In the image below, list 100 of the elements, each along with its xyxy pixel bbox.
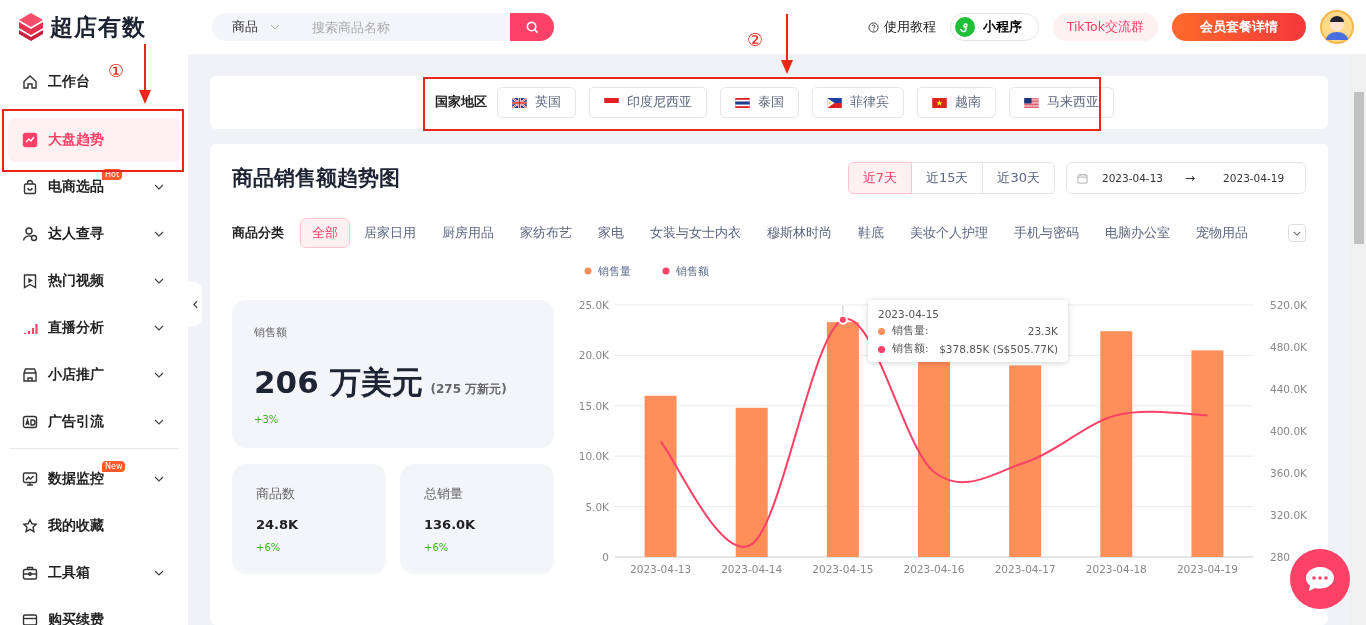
membership-button[interactable]: 会员套餐详情 xyxy=(1172,13,1306,41)
axis-label: 15.0K xyxy=(578,399,609,412)
category-tab[interactable]: 全部 xyxy=(300,218,350,248)
video-icon xyxy=(22,273,38,289)
step-number: ① xyxy=(108,61,125,81)
sidebar-item[interactable]: 小店推广 xyxy=(8,353,180,397)
stat-label: 销售额 xyxy=(254,326,288,340)
category-tab[interactable]: 宠物用品 xyxy=(1184,218,1260,248)
period-tab[interactable]: 近30天 xyxy=(982,162,1055,194)
category-tab[interactable]: 厨房用品 xyxy=(430,218,506,248)
axis-label: 440.0K xyxy=(1270,383,1307,395)
category-tab[interactable]: 家纺布艺 xyxy=(508,218,584,248)
axis-label: 20.0K xyxy=(578,349,609,362)
chevron-down-icon xyxy=(154,476,164,482)
category-tab[interactable]: 家电 xyxy=(586,218,636,248)
sidebar-item[interactable]: 工具箱 xyxy=(8,551,180,595)
mini-program-icon xyxy=(954,17,975,37)
stat-change: +6% xyxy=(256,542,282,553)
country-button[interactable]: 越南 xyxy=(917,87,996,118)
chevron-down-icon xyxy=(154,231,164,237)
sidebar-item[interactable]: 我的收藏 xyxy=(8,504,120,548)
sidebar-label: 小店推广 xyxy=(48,366,104,384)
flag-icon xyxy=(1024,97,1039,108)
category-tab[interactable]: 手机与密码 xyxy=(1002,218,1091,248)
axis-label: 5.0K xyxy=(585,500,609,513)
sidebar-label: 电商选品 xyxy=(48,178,104,196)
axis-label: 360.0K xyxy=(1270,467,1307,479)
sidebar-label: 直播分析 xyxy=(48,319,104,337)
search-scope-select[interactable]: 商品 xyxy=(212,18,302,36)
toolbox-icon xyxy=(22,565,38,581)
person-icon xyxy=(22,226,38,242)
tooltip-label: 销售量: xyxy=(892,324,929,338)
axis-label: 2023-04-13 xyxy=(630,563,692,575)
tooltip-title: 2023-04-15 xyxy=(878,308,941,320)
calendar-icon xyxy=(1077,172,1088,184)
stat-subvalue: (275 万新元) xyxy=(430,381,507,398)
category-tab[interactable]: 美妆个人护理 xyxy=(898,218,1000,248)
sidebar-item[interactable]: 热门视频 xyxy=(8,259,180,303)
axis-label: 2023-04-14 xyxy=(721,563,783,575)
sidebar-item[interactable]: 工作台 xyxy=(8,60,106,104)
sidebar-label: 热门视频 xyxy=(48,272,104,290)
flag-icon xyxy=(932,97,947,108)
legend-item[interactable]: 销售量 xyxy=(584,265,631,278)
sidebar-item[interactable]: 达人查寻 xyxy=(8,212,180,256)
ad-icon xyxy=(22,414,38,430)
search-field[interactable]: 商品 搜索商品名称 xyxy=(212,13,554,41)
sidebar-label: 达人查寻 xyxy=(48,225,104,243)
monitor-icon xyxy=(22,471,38,487)
axis-label: 280 xyxy=(1270,551,1291,563)
axis-label: 0 xyxy=(602,551,609,563)
legend-item[interactable]: 销售额 xyxy=(662,265,709,278)
axis-label: 2023-04-15 xyxy=(812,563,874,575)
logo-icon xyxy=(18,12,44,42)
country-button[interactable]: 马来西亚 xyxy=(1009,87,1114,118)
axis-label: 2023-04-17 xyxy=(994,563,1056,575)
stat-value: 24.8K xyxy=(256,517,300,532)
arrow-icon xyxy=(781,14,793,74)
avatar-icon[interactable] xyxy=(1320,10,1354,44)
chevron-down-icon xyxy=(154,570,164,576)
stat-value: 206 万美元 xyxy=(254,363,423,402)
step-number: ② xyxy=(747,30,764,50)
trend-icon xyxy=(22,132,38,148)
tiktok-group-button[interactable]: TikTok交流群 xyxy=(1052,13,1158,41)
collapse-sidebar-button[interactable] xyxy=(188,282,202,326)
axis-label: 2023-04-19 xyxy=(1176,563,1238,575)
country-button[interactable]: 英国 xyxy=(497,87,576,118)
star-icon xyxy=(22,518,38,534)
date-range-field[interactable]: 2023-04-13 → 2023-04-19 xyxy=(1066,162,1306,194)
help-icon xyxy=(867,21,879,33)
chevron-down-icon xyxy=(154,184,164,190)
search-button[interactable] xyxy=(510,13,554,41)
country-button[interactable]: 菲律宾 xyxy=(812,87,904,118)
category-tab[interactable]: 女装与女士内衣 xyxy=(638,218,753,248)
category-tab[interactable]: 穆斯林时尚 xyxy=(755,218,844,248)
country-button[interactable]: 泰国 xyxy=(720,87,799,118)
chevron-down-icon xyxy=(154,419,164,425)
stat-change: +6% xyxy=(424,542,450,553)
category-tab[interactable]: 鞋底 xyxy=(846,218,896,248)
stat-value: 136.0K xyxy=(424,517,477,532)
arrow-icon xyxy=(139,44,151,104)
stat-label: 总销量 xyxy=(424,486,464,503)
chart-title: 商品销售额趋势图 xyxy=(232,165,400,192)
sidebar-item[interactable]: 数据监控 New xyxy=(8,457,180,501)
date-separator: → xyxy=(1185,171,1196,185)
shop-icon xyxy=(22,367,38,383)
category-tab[interactable]: 居家日用 xyxy=(352,218,428,248)
tutorial-link[interactable]: 使用教程 xyxy=(867,18,936,36)
scrollbar-thumb[interactable] xyxy=(1354,92,1364,244)
logo-text: 超店有数 xyxy=(50,12,146,42)
country-button[interactable]: 印度尼西亚 xyxy=(589,87,707,118)
category-tab[interactable]: 电脑办公室 xyxy=(1093,218,1182,248)
region-label: 国家地区 xyxy=(435,94,487,111)
sidebar-badge: New xyxy=(102,461,126,472)
axis-label: 480.0K xyxy=(1270,341,1307,353)
sidebar-item[interactable]: 广告引流 xyxy=(8,400,180,444)
stat-label: 商品数 xyxy=(256,486,296,503)
period-tab[interactable]: 近15天 xyxy=(910,162,984,194)
chevron-down-icon xyxy=(154,278,164,284)
sidebar-item[interactable]: 直播分析 xyxy=(8,306,180,350)
mini-program-button[interactable]: 小程序 xyxy=(949,13,1039,41)
